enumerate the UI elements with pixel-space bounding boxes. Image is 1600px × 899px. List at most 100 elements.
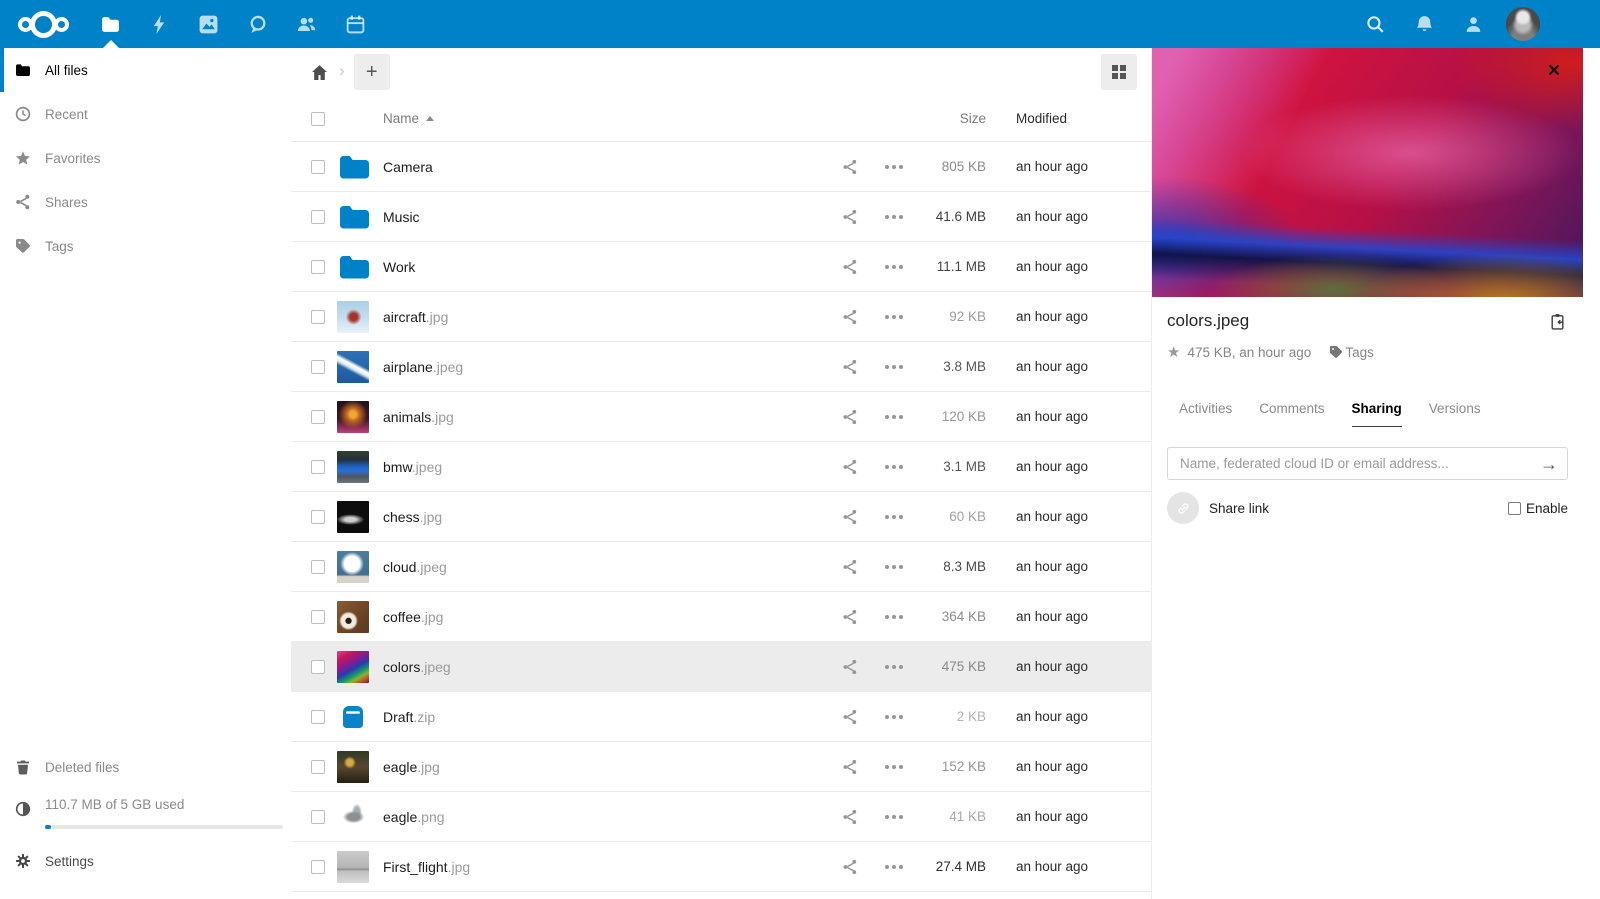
share-button[interactable] xyxy=(828,709,872,725)
table-row[interactable]: Work 11.1 MB an hour ago xyxy=(291,242,1151,292)
sidebar-item-tags[interactable]: Tags xyxy=(0,224,291,268)
file-thumbnail[interactable] xyxy=(337,350,369,383)
share-submit-arrow-icon[interactable]: → xyxy=(1534,449,1564,479)
more-menu-button[interactable] xyxy=(872,614,916,619)
file-name[interactable]: colors.jpeg xyxy=(383,659,828,675)
table-row[interactable]: cloud.jpeg 8.3 MB an hour ago xyxy=(291,542,1151,592)
file-name[interactable]: Camera xyxy=(383,159,828,175)
row-checkbox[interactable] xyxy=(311,709,325,724)
select-all-checkbox[interactable] xyxy=(311,111,325,126)
row-checkbox[interactable] xyxy=(311,259,325,274)
file-thumbnail[interactable] xyxy=(337,400,369,433)
sidebar-item-deleted-files[interactable]: Deleted files xyxy=(0,745,291,789)
tab-versions[interactable]: Versions xyxy=(1429,401,1481,427)
table-row[interactable]: coffee.jpg 364 KB an hour ago xyxy=(291,592,1151,642)
file-name[interactable]: bmw.jpeg xyxy=(383,459,828,475)
more-menu-button[interactable] xyxy=(872,214,916,219)
file-thumbnail[interactable] xyxy=(337,450,369,483)
table-row[interactable]: Music 41.6 MB an hour ago xyxy=(291,192,1151,242)
table-row[interactable]: bmw.jpeg 3.1 MB an hour ago xyxy=(291,442,1151,492)
share-button[interactable] xyxy=(828,359,872,375)
notifications-button[interactable] xyxy=(1400,0,1449,48)
table-row[interactable]: aircraft.jpg 92 KB an hour ago xyxy=(291,292,1151,342)
file-thumbnail[interactable] xyxy=(337,600,369,633)
share-button[interactable] xyxy=(828,759,872,775)
row-checkbox[interactable] xyxy=(311,559,325,574)
share-button[interactable] xyxy=(828,559,872,575)
share-link-enable[interactable]: Enable xyxy=(1507,501,1568,516)
sidebar-item-all-files[interactable]: All files xyxy=(0,48,291,92)
row-checkbox[interactable] xyxy=(311,609,325,624)
table-row[interactable]: First_flight.jpg 27.4 MB an hour ago xyxy=(291,842,1151,892)
more-menu-button[interactable] xyxy=(872,414,916,419)
table-row[interactable]: eagle.png 41 KB an hour ago xyxy=(291,792,1151,842)
file-thumbnail[interactable] xyxy=(337,500,369,533)
row-checkbox[interactable] xyxy=(311,859,325,874)
sidebar-item-shares[interactable]: Shares xyxy=(0,180,291,224)
app-calendar-button[interactable] xyxy=(331,0,380,48)
column-header-modified[interactable]: Modified xyxy=(986,111,1151,126)
more-menu-button[interactable] xyxy=(872,814,916,819)
file-thumbnail[interactable] xyxy=(337,550,369,583)
more-menu-button[interactable] xyxy=(872,364,916,369)
file-name[interactable]: Work xyxy=(383,259,828,275)
more-menu-button[interactable] xyxy=(872,514,916,519)
share-button[interactable] xyxy=(828,159,872,175)
row-checkbox[interactable] xyxy=(311,359,325,374)
file-thumbnail[interactable] xyxy=(337,300,369,333)
file-name[interactable]: aircraft.jpg xyxy=(383,309,828,325)
app-activity-button[interactable] xyxy=(135,0,184,48)
file-thumbnail[interactable] xyxy=(337,701,369,733)
row-checkbox[interactable] xyxy=(311,659,325,674)
app-contacts-button[interactable] xyxy=(282,0,331,48)
sidebar-item-favorites[interactable]: Favorites xyxy=(0,136,291,180)
file-name[interactable]: chess.jpg xyxy=(383,509,828,525)
user-avatar[interactable] xyxy=(1506,7,1540,41)
close-icon[interactable]: × xyxy=(1543,60,1565,82)
share-button[interactable] xyxy=(828,509,872,525)
table-row[interactable]: colors.jpeg 475 KB an hour ago xyxy=(291,642,1151,692)
more-menu-button[interactable] xyxy=(872,264,916,269)
more-menu-button[interactable] xyxy=(872,664,916,669)
search-button[interactable] xyxy=(1351,0,1400,48)
file-thumbnail[interactable] xyxy=(337,201,369,233)
file-thumbnail[interactable] xyxy=(337,850,369,883)
column-header-name[interactable]: Name xyxy=(383,111,828,126)
more-menu-button[interactable] xyxy=(872,564,916,569)
tab-activities[interactable]: Activities xyxy=(1179,401,1232,427)
file-name[interactable]: animals.jpg xyxy=(383,409,828,425)
file-name[interactable]: coffee.jpg xyxy=(383,609,828,625)
row-checkbox[interactable] xyxy=(311,209,325,224)
file-name[interactable]: Draft.zip xyxy=(383,709,828,725)
share-button[interactable] xyxy=(828,859,872,875)
table-row[interactable]: Draft.zip 2 KB an hour ago xyxy=(291,692,1151,742)
more-menu-button[interactable] xyxy=(872,864,916,869)
column-header-size[interactable]: Size xyxy=(916,111,986,126)
share-button[interactable] xyxy=(828,459,872,475)
row-checkbox[interactable] xyxy=(311,309,325,324)
file-name[interactable]: First_flight.jpg xyxy=(383,859,828,875)
file-name[interactable]: eagle.jpg xyxy=(383,759,828,775)
sidebar-item-recent[interactable]: Recent xyxy=(0,92,291,136)
row-checkbox[interactable] xyxy=(311,809,325,824)
share-button[interactable] xyxy=(828,259,872,275)
sidebar-item-settings[interactable]: Settings xyxy=(0,839,291,883)
enable-checkbox[interactable] xyxy=(1507,501,1521,515)
share-recipient-input[interactable] xyxy=(1167,447,1568,480)
more-menu-button[interactable] xyxy=(872,314,916,319)
app-talk-button[interactable] xyxy=(233,0,282,48)
file-thumbnail[interactable] xyxy=(337,750,369,783)
share-button[interactable] xyxy=(828,309,872,325)
more-menu-button[interactable] xyxy=(872,714,916,719)
table-row[interactable]: chess.jpg 60 KB an hour ago xyxy=(291,492,1151,542)
app-gallery-button[interactable] xyxy=(184,0,233,48)
file-name[interactable]: cloud.jpeg xyxy=(383,559,828,575)
row-checkbox[interactable] xyxy=(311,509,325,524)
table-row[interactable]: airplane.jpeg 3.8 MB an hour ago xyxy=(291,342,1151,392)
more-menu-button[interactable] xyxy=(872,464,916,469)
app-files-button[interactable] xyxy=(86,0,135,48)
row-checkbox[interactable] xyxy=(311,409,325,424)
new-file-button[interactable]: + xyxy=(353,54,390,90)
row-checkbox[interactable] xyxy=(311,459,325,474)
share-button[interactable] xyxy=(828,609,872,625)
